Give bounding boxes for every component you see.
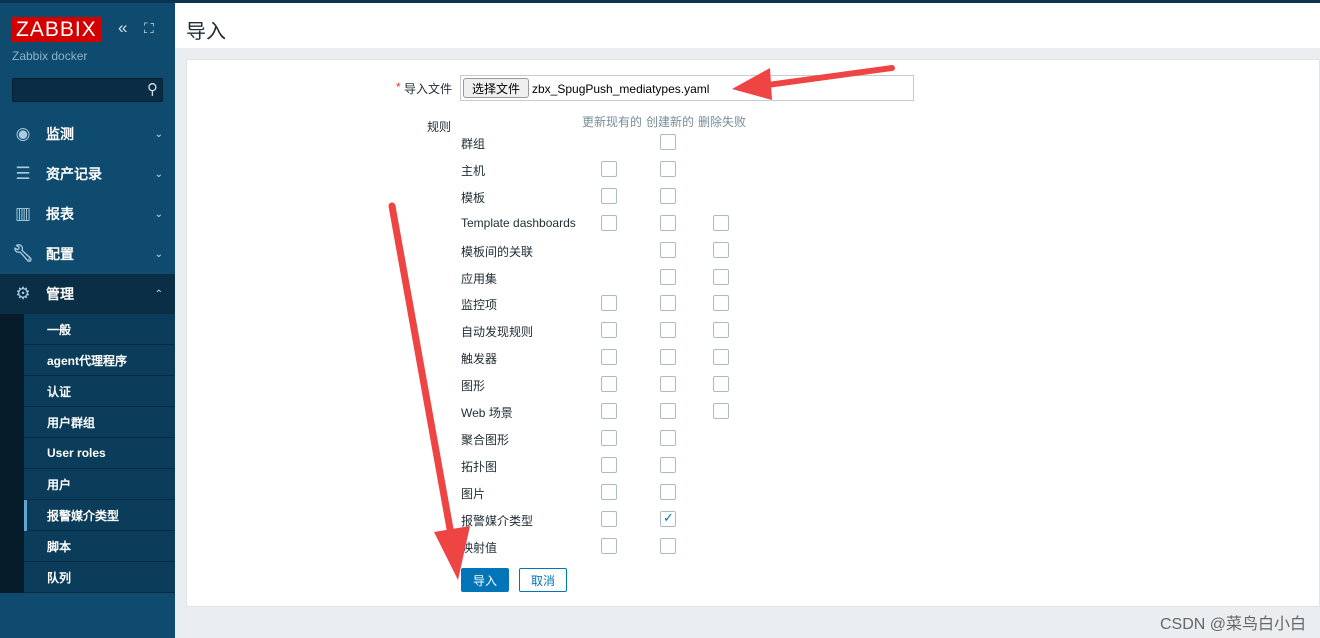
watermark: CSDN @菜鸟白小白 xyxy=(1159,616,1306,633)
arrow-to-import xyxy=(388,202,456,544)
annotation-arrows xyxy=(388,65,895,580)
arrow-head-import xyxy=(434,526,470,580)
arrow-head-file xyxy=(732,68,772,100)
arrow-to-file xyxy=(757,65,895,89)
